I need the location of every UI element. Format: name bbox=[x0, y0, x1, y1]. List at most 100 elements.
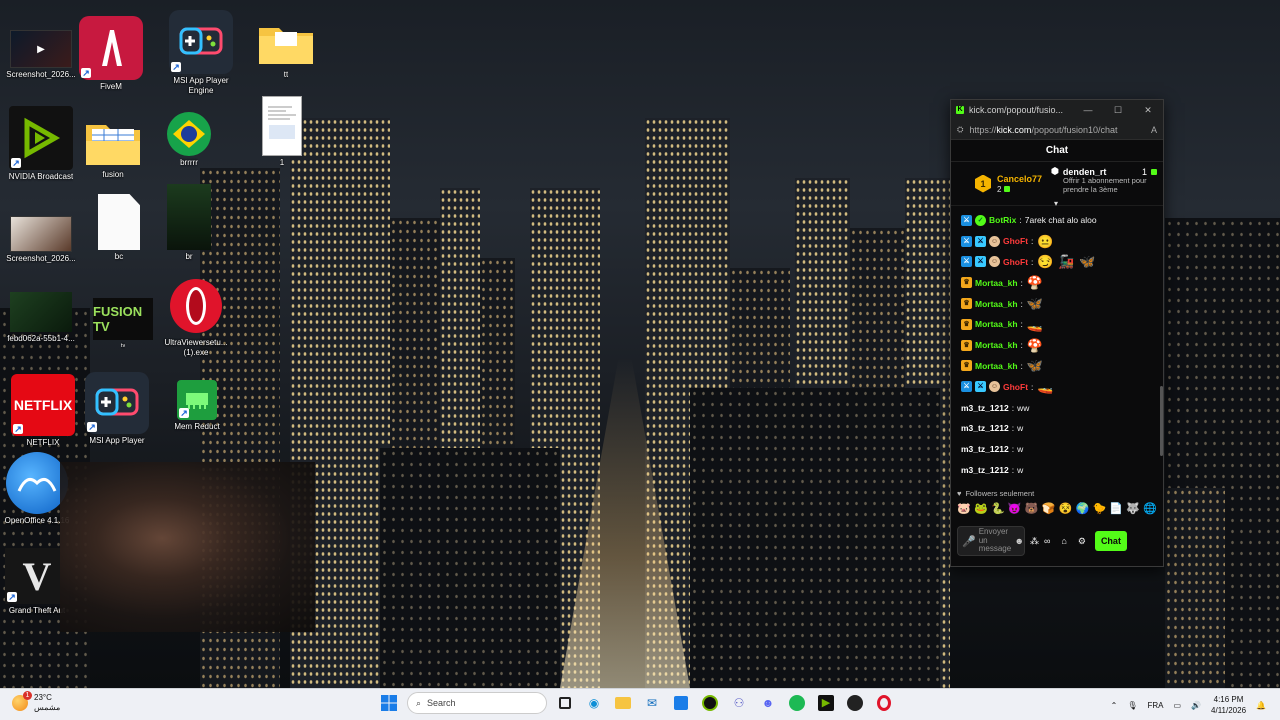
file-explorer-icon[interactable] bbox=[612, 692, 634, 714]
chat-message[interactable]: ⚔ ✓ BotRix:7arek chat alo aloo bbox=[961, 210, 1163, 231]
quick-emote[interactable]: 🐤 bbox=[1092, 501, 1106, 517]
quick-emote[interactable]: 🌐 bbox=[1143, 501, 1157, 517]
chat-message-list[interactable]: ⚔ ✓ BotRix:7arek chat alo aloo ⚔ ⚔ ☺ GhoFt: 😐 ⚔ ⚔… bbox=[951, 206, 1163, 486]
emoji-picker-icon[interactable]: ☻ bbox=[1015, 536, 1024, 546]
desktop-icon-fusion-tv[interactable]: FUSION TV ᵗᵛ bbox=[82, 298, 164, 352]
chat-username[interactable]: Mortaa_kh bbox=[975, 299, 1018, 309]
spotify-icon[interactable] bbox=[786, 692, 808, 714]
chat-username[interactable]: Mortaa_kh bbox=[975, 340, 1018, 350]
chat-emote[interactable]: 🍄 bbox=[1026, 274, 1044, 291]
popup-titlebar[interactable]: K kick.com/popout/fusio... — ☐ ✕ bbox=[951, 100, 1163, 120]
show-hidden-icons-icon[interactable]: ⌃ bbox=[1111, 701, 1118, 710]
teams-icon[interactable]: ⚇ bbox=[728, 692, 750, 714]
volume-icon[interactable]: 🔊 bbox=[1191, 701, 1201, 710]
chat-emote[interactable]: 🍄 bbox=[1026, 337, 1044, 354]
chat-username[interactable]: GhoFt bbox=[1003, 236, 1028, 246]
taskbar-search[interactable]: ⌕ Search bbox=[407, 692, 547, 714]
desktop-icon-ultraviewer[interactable]: UltraViewersetu...(1).exe bbox=[155, 276, 237, 358]
quick-emote[interactable]: 🐸 bbox=[974, 501, 988, 517]
microphone-icon[interactable]: 🎤 bbox=[962, 535, 976, 548]
chat-emote[interactable]: 🚤 bbox=[1036, 378, 1054, 395]
chat-emote[interactable]: 🦋 bbox=[1078, 253, 1096, 270]
quick-emote[interactable]: 🌍 bbox=[1075, 501, 1090, 517]
notifications-icon[interactable]: 🔔 bbox=[1256, 701, 1266, 710]
chat-emote[interactable]: 🚤 bbox=[1026, 316, 1044, 333]
top-gifter[interactable]: 1 Cancelo77 2 bbox=[957, 166, 1049, 201]
edge-icon[interactable]: ◉ bbox=[583, 692, 605, 714]
clock[interactable]: 4:16 PM 4/11/2026 bbox=[1211, 694, 1246, 716]
chat-emote[interactable]: 🚂 bbox=[1057, 253, 1075, 270]
reader-mode-icon[interactable]: A bbox=[1151, 125, 1157, 135]
kick-chat-popup-window[interactable]: K kick.com/popout/fusio... — ☐ ✕ ⛭ https… bbox=[950, 99, 1164, 567]
quick-emote[interactable]: 🐍 bbox=[991, 501, 1005, 517]
desktop-icon-febd062a[interactable]: febd062a-55b1-4... bbox=[0, 292, 82, 344]
chat-emote[interactable]: 😏 bbox=[1036, 253, 1054, 270]
chat-username[interactable]: GhoFt bbox=[1003, 257, 1028, 267]
gift-subscription-prompt[interactable]: ⬢ denden_rt 1 Offrir 1 abonnement pour pre… bbox=[1049, 166, 1157, 201]
chat-message[interactable]: ♛ Mortaa_kh: 🍄 bbox=[961, 272, 1163, 293]
outlook-icon[interactable]: ✉ bbox=[641, 692, 663, 714]
store-app-icon[interactable] bbox=[670, 692, 692, 714]
desktop-icon-msi-player[interactable]: ↗ MSI App Player bbox=[76, 372, 158, 446]
chat-message[interactable]: m3_tz_1212: w bbox=[961, 418, 1163, 439]
chat-username[interactable]: BotRix bbox=[989, 215, 1016, 225]
store-icon[interactable]: ⌂ bbox=[1061, 536, 1066, 546]
desktop-icon-nvidia-broadcast[interactable]: ↗ NVIDIA Broadcast bbox=[0, 106, 82, 182]
chat-message[interactable]: ♛ Mortaa_kh: 🦋 bbox=[961, 293, 1163, 314]
emote-quick-bar[interactable]: 🐷 🐸 🐍 😈 🐻 🍞 😵 🌍 🐤 📄 🐺 🌐 bbox=[951, 500, 1163, 518]
desktop-icon-document-1[interactable]: 1 bbox=[241, 96, 323, 168]
obs-icon[interactable] bbox=[844, 692, 866, 714]
quick-emote[interactable]: 🐻 bbox=[1025, 501, 1039, 517]
chat-composer[interactable]: 🎤 Envoyer un message ☻ ⁂ ∞ ⌂ ⚙ Chat bbox=[951, 522, 1163, 560]
address-bar[interactable]: ⛭ https://kick.com/popout/fusion10/chat … bbox=[951, 120, 1163, 140]
pinned-gifts-banner[interactable]: 1 Cancelo77 2 ⬢ denden_rt 1 Offrir 1 abonn… bbox=[951, 162, 1163, 208]
chat-username[interactable]: m3_tz_1212 bbox=[961, 403, 1009, 413]
chat-message[interactable]: ♛ Mortaa_kh: 🦋 bbox=[961, 356, 1163, 377]
chat-username[interactable]: GhoFt bbox=[1003, 382, 1028, 392]
chat-emote[interactable]: 🦋 bbox=[1026, 357, 1044, 374]
infinity-icon[interactable]: ∞ bbox=[1044, 536, 1050, 546]
desktop-icon-folder-tt[interactable]: tt bbox=[245, 18, 327, 80]
send-chat-button[interactable]: Chat bbox=[1094, 531, 1127, 551]
chat-message[interactable]: ⚔ ⚔ ☺ GhoFt: 🚤 bbox=[961, 376, 1163, 397]
chat-message[interactable]: m3_tz_1212: w bbox=[961, 460, 1163, 481]
opera-taskbar-icon[interactable] bbox=[873, 692, 895, 714]
desktop-icon-fivem[interactable]: ↗ FiveM bbox=[70, 16, 152, 92]
chat-scrollbar[interactable] bbox=[1160, 386, 1163, 456]
start-button[interactable] bbox=[378, 692, 400, 714]
close-button[interactable]: ✕ bbox=[1133, 105, 1163, 116]
chat-emote[interactable]: 😐 bbox=[1036, 233, 1054, 250]
chat-username[interactable]: Mortaa_kh bbox=[975, 319, 1018, 329]
microphone-tray-icon[interactable]: 🎙 bbox=[1127, 701, 1137, 710]
chat-message[interactable]: ♛ Mortaa_kh: 🚤 bbox=[961, 314, 1163, 335]
task-view-icon[interactable] bbox=[554, 692, 576, 714]
sharing-icon[interactable]: ⁂ bbox=[1030, 536, 1039, 547]
chat-input[interactable]: 🎤 Envoyer un message ☻ bbox=[957, 526, 1025, 556]
chat-username[interactable]: m3_tz_1212 bbox=[961, 465, 1009, 475]
chat-username[interactable]: Mortaa_kh bbox=[975, 361, 1018, 371]
quick-emote[interactable]: 📄 bbox=[1109, 501, 1123, 517]
site-info-icon[interactable]: ⛭ bbox=[957, 125, 963, 135]
desktop-icon-fusion[interactable]: fusion bbox=[72, 118, 154, 180]
chat-message[interactable]: m3_tz_1212: ww bbox=[961, 397, 1163, 418]
chat-username[interactable]: m3_tz_1212 bbox=[961, 423, 1009, 433]
chat-message[interactable]: ⚔ ⚔ ☺ GhoFt: 😏 🚂 🦋 bbox=[961, 252, 1163, 273]
discord-icon[interactable]: ☻ bbox=[757, 692, 779, 714]
weather-widget[interactable]: 1 23°C مشمس bbox=[12, 691, 60, 713]
chat-emote[interactable]: 🦋 bbox=[1026, 295, 1044, 312]
settings-gear-icon[interactable]: ⚙ bbox=[1078, 536, 1086, 547]
desktop-icon-netflix[interactable]: NETFLIX ↗ NETFLIX bbox=[2, 374, 84, 448]
chat-username[interactable]: Mortaa_kh bbox=[975, 278, 1018, 288]
desktop-icon-msi-engine[interactable]: ↗ MSI App Player Engine bbox=[160, 10, 242, 96]
nvidia-broadcast-taskbar-icon[interactable]: ▶ bbox=[815, 692, 837, 714]
chat-username[interactable]: m3_tz_1212 bbox=[961, 444, 1009, 454]
chat-message[interactable]: ♛ Mortaa_kh: 🍄 bbox=[961, 335, 1163, 356]
desktop-icon-br[interactable]: br bbox=[148, 184, 230, 262]
quick-emote[interactable]: 😈 bbox=[1008, 501, 1022, 517]
quick-emote[interactable]: 🐷 bbox=[957, 501, 971, 517]
maximize-button[interactable]: ☐ bbox=[1103, 105, 1133, 116]
quick-emote[interactable]: 🐺 bbox=[1126, 501, 1140, 517]
chat-message[interactable]: m3_tz_1212: w bbox=[961, 439, 1163, 460]
language-indicator[interactable]: FRA bbox=[1148, 701, 1164, 710]
chat-message[interactable]: ⚔ ⚔ ☺ GhoFt: 😐 bbox=[961, 231, 1163, 252]
